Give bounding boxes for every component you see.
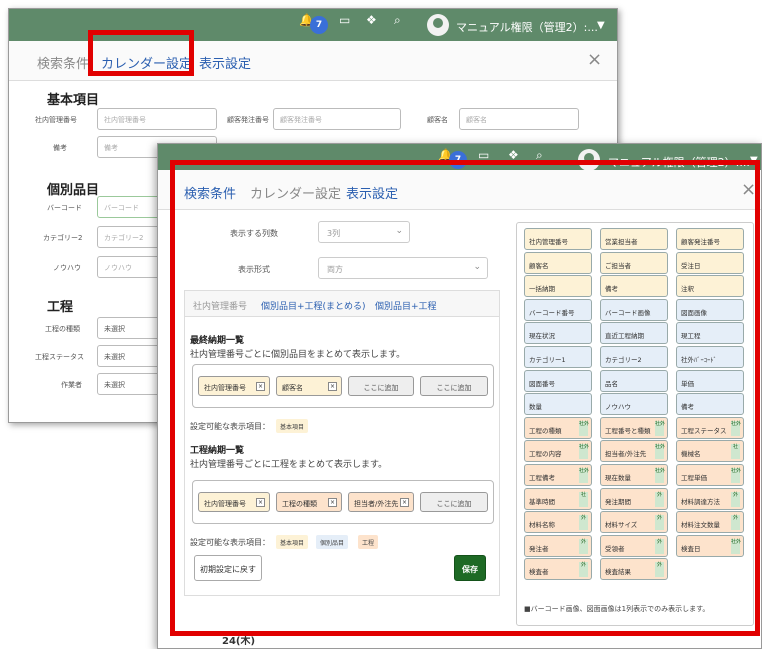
customer-name-input[interactable]: 顧客名 bbox=[459, 108, 579, 130]
user-name[interactable]: マニュアル権限（管理2）:... bbox=[456, 19, 598, 35]
close-icon[interactable]: × bbox=[587, 49, 602, 70]
dropbox-icon[interactable]: ❖ bbox=[366, 13, 377, 27]
tab-search[interactable]: 検索条件 bbox=[37, 53, 89, 72]
section-basic-title: 基本項目 bbox=[47, 93, 100, 108]
field-label: 顧客名 bbox=[427, 116, 448, 124]
field-label: 工程ステータス bbox=[35, 353, 84, 361]
section-item-title: 個別品目 bbox=[47, 183, 100, 198]
internal-no-input[interactable]: 社内管理番号 bbox=[97, 108, 217, 130]
section-process-title: 工程 bbox=[47, 300, 74, 315]
folder-icon[interactable]: ▭ bbox=[339, 13, 350, 27]
field-label: 社内管理番号 bbox=[35, 116, 77, 124]
field-label: ノウハウ bbox=[53, 264, 81, 272]
field-label: 備考 bbox=[53, 144, 67, 152]
avatar[interactable] bbox=[427, 14, 449, 36]
search-icon[interactable]: ⌕ bbox=[394, 13, 401, 28]
chevron-down-icon[interactable]: ▼ bbox=[597, 20, 605, 31]
front-window-highlight bbox=[170, 160, 760, 636]
field-label: 作業者 bbox=[61, 381, 82, 389]
customer-order-input[interactable]: 顧客発注番号 bbox=[273, 108, 401, 130]
field-label: 工程の種類 bbox=[45, 325, 80, 333]
calendar-tab-highlight bbox=[88, 30, 194, 76]
field-label: バーコード bbox=[47, 204, 82, 212]
tab-display[interactable]: 表示設定 bbox=[199, 53, 251, 72]
field-label: カテゴリー2 bbox=[43, 234, 83, 242]
field-label: 顧客発注番号 bbox=[227, 116, 269, 124]
notification-badge: 7 bbox=[310, 16, 328, 34]
